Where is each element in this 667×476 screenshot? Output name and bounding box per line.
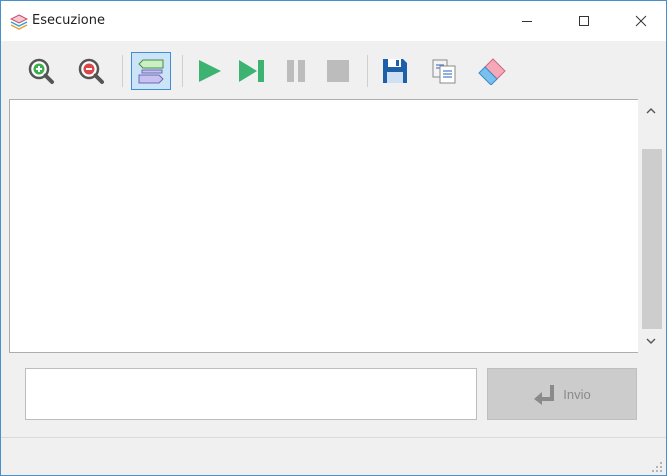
eraser-icon — [478, 58, 506, 85]
toolbar — [1, 41, 666, 99]
window-title: Esecuzione — [32, 13, 105, 28]
clear-button[interactable] — [472, 52, 512, 90]
chevron-down-icon — [646, 338, 656, 344]
step-forward-icon — [239, 60, 264, 82]
save-button[interactable] — [375, 52, 415, 90]
zoom-out-button[interactable] — [71, 52, 111, 90]
stop-button[interactable] — [318, 52, 358, 90]
pause-icon — [287, 60, 305, 82]
chevron-up-icon — [646, 108, 656, 114]
scroll-up-button[interactable] — [638, 99, 664, 123]
enter-arrow-icon — [534, 385, 555, 405]
step-button[interactable] — [232, 52, 272, 90]
vertical-scrollbar[interactable] — [638, 99, 664, 353]
close-icon — [635, 15, 647, 27]
run-button[interactable] — [189, 52, 229, 90]
output-area[interactable] — [9, 99, 639, 353]
send-button[interactable]: Invio — [487, 368, 637, 420]
app-stack-icon — [9, 13, 29, 31]
resize-grip-icon[interactable] — [651, 461, 663, 473]
toolbar-separator — [122, 55, 123, 87]
execution-window: Esecuzione Invio — [0, 0, 667, 476]
zoom-in-icon — [28, 58, 54, 84]
zoom-out-icon — [78, 58, 104, 84]
zoom-in-button[interactable] — [21, 52, 61, 90]
minimize-button[interactable] — [504, 1, 550, 41]
status-bar — [1, 437, 666, 475]
close-button[interactable] — [618, 1, 664, 41]
command-input[interactable] — [25, 368, 477, 420]
copy-button[interactable] — [424, 52, 464, 90]
minimize-icon — [522, 21, 532, 22]
stop-icon — [327, 60, 349, 82]
copy-icon — [432, 59, 456, 84]
scroll-thumb[interactable] — [642, 149, 662, 329]
pause-button[interactable] — [276, 52, 316, 90]
floppy-disk-icon — [383, 59, 407, 83]
toolbar-separator — [182, 55, 183, 87]
maximize-icon — [579, 16, 589, 26]
send-button-label: Invio — [563, 386, 591, 402]
toolbar-separator — [367, 55, 368, 87]
scroll-down-button[interactable] — [638, 329, 664, 353]
flow-shapes-icon — [138, 59, 164, 84]
maximize-button[interactable] — [561, 1, 607, 41]
title-bar[interactable]: Esecuzione — [1, 1, 666, 41]
toggle-flow-button[interactable] — [131, 52, 171, 90]
play-icon — [199, 60, 221, 82]
